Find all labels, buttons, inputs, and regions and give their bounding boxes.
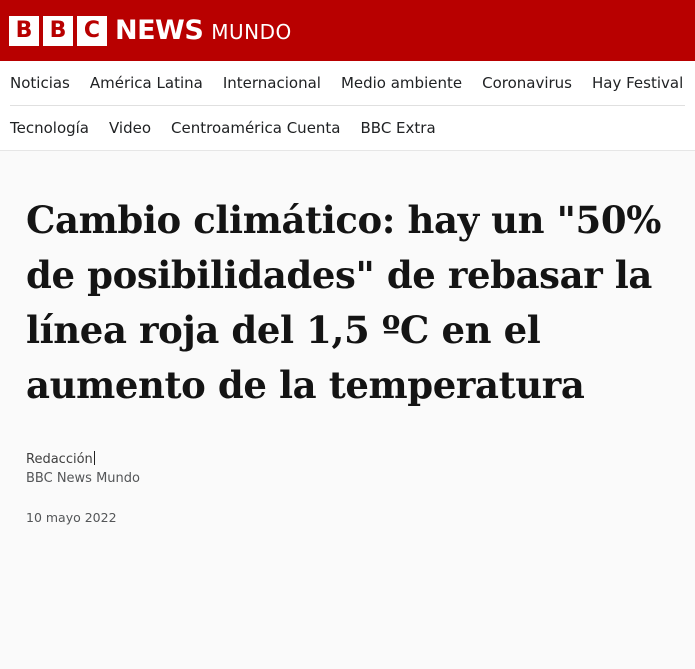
bbc-logo-block: B <box>43 15 73 46</box>
brand-edition[interactable]: MUNDO <box>211 18 292 44</box>
bbc-logo[interactable]: B B C <box>9 15 107 46</box>
nav-item-bbc-extra[interactable]: BBC Extra <box>361 119 436 137</box>
article-headline: Cambio climático: hay un "50% de posibil… <box>26 198 661 407</box>
nav-item-video[interactable]: Video <box>109 119 151 137</box>
bbc-logo-block: B <box>9 15 39 46</box>
nav-item-america-latina[interactable]: América Latina <box>90 74 203 92</box>
publish-date: 10 mayo 2022 <box>26 510 117 525</box>
nav-item-centroamerica-cuenta[interactable]: Centroamérica Cuenta <box>171 119 340 137</box>
text-cursor <box>93 451 95 465</box>
nav-row-secondary: Tecnología Video Centroamérica Cuenta BB… <box>10 105 685 150</box>
article: Cambio climático: hay un "50% de posibil… <box>0 151 695 669</box>
nav-item-coronavirus[interactable]: Coronavirus <box>482 74 572 92</box>
masthead: B B C NEWS MUNDO <box>0 0 695 61</box>
main-navigation: Noticias América Latina Internacional Me… <box>0 61 695 150</box>
byline-author-name: Redacción <box>26 452 93 467</box>
byline: Redacción BBC News Mundo <box>26 450 669 488</box>
nav-item-hay-festival[interactable]: Hay Festival <box>592 74 683 92</box>
nav-item-noticias[interactable]: Noticias <box>10 74 70 92</box>
byline-source: BBC News Mundo <box>26 471 140 486</box>
nav-item-tecnologia[interactable]: Tecnología <box>10 119 89 137</box>
byline-author: Redacción <box>26 450 669 469</box>
nav-item-internacional[interactable]: Internacional <box>223 74 321 92</box>
brand-news[interactable]: NEWS <box>115 15 204 46</box>
bbc-logo-block: C <box>77 15 107 46</box>
nav-item-medio-ambiente[interactable]: Medio ambiente <box>341 74 462 92</box>
nav-row-primary: Noticias América Latina Internacional Me… <box>10 61 685 105</box>
